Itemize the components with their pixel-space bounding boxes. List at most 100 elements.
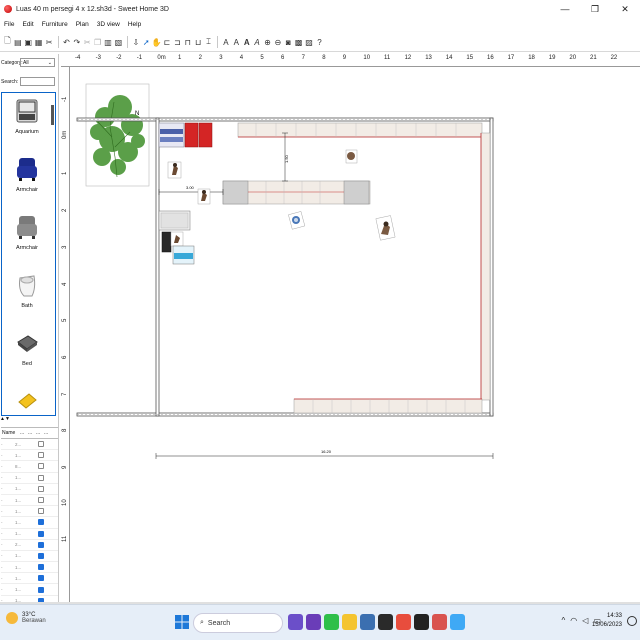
zoom-in-icon[interactable]: ⊕ xyxy=(263,37,272,48)
column-header-name[interactable]: Name xyxy=(1,430,19,436)
furniture-list-row[interactable]: - 1... xyxy=(1,450,58,462)
create-labels-icon[interactable]: ⌶ xyxy=(204,37,213,48)
catalog-item-aquarium[interactable]: Aquarium xyxy=(2,93,52,151)
cut-icon[interactable]: ✂ xyxy=(45,37,54,48)
browser-app-icon[interactable] xyxy=(450,614,465,630)
create-dimensions-icon[interactable]: ⊔ xyxy=(194,37,203,48)
catalog-item-bath[interactable]: Bath xyxy=(2,267,52,325)
furniture-list-row[interactable]: - 1... xyxy=(1,529,58,540)
create-video-icon[interactable]: ▩ xyxy=(294,37,303,48)
plan-canvas[interactable]: N 1.50 3.00 16.20 xyxy=(70,67,640,602)
open-icon[interactable]: ▤ xyxy=(13,37,22,48)
right-counter[interactable] xyxy=(480,132,491,401)
category-select[interactable]: All ⌄ xyxy=(20,58,55,67)
paste-icon[interactable]: ▥ xyxy=(104,37,113,48)
furniture-catalog[interactable]: Aquarium Armchair Armchair Bath Bed xyxy=(1,92,56,416)
catalog-item-armchair[interactable]: Armchair xyxy=(2,151,52,209)
whatsapp-app-icon[interactable] xyxy=(324,614,339,630)
sweet-home-3d-taskbar-icon[interactable] xyxy=(432,614,447,630)
store-app-icon[interactable] xyxy=(360,614,375,630)
menu-file[interactable]: File xyxy=(0,21,18,28)
furniture-list-row[interactable]: - 1... xyxy=(1,484,58,495)
pan-mode-icon[interactable]: ✋ xyxy=(152,37,162,48)
bold-text-icon[interactable]: A xyxy=(242,37,251,48)
seated-person-figure[interactable] xyxy=(375,215,396,241)
close-button[interactable]: ✕ xyxy=(610,0,640,18)
top-counter[interactable] xyxy=(237,122,483,138)
menu-edit[interactable]: Edit xyxy=(18,21,37,28)
person-figure[interactable] xyxy=(345,149,358,164)
add-furniture-icon[interactable]: ⇩ xyxy=(131,37,140,48)
increase-text-icon[interactable]: A xyxy=(232,37,241,48)
bottom-counter[interactable] xyxy=(293,398,483,414)
redo-icon[interactable]: ↷ xyxy=(72,37,81,48)
red-chairs[interactable] xyxy=(184,122,213,148)
teams-app-icon[interactable] xyxy=(288,614,303,630)
weather-widget[interactable]: 33°C Berawan xyxy=(6,612,46,624)
text-style-icon[interactable]: A xyxy=(221,37,230,48)
visible-checkbox[interactable] xyxy=(38,441,44,448)
furniture-list-row[interactable]: - 8... xyxy=(1,461,58,473)
menu-furniture[interactable]: Furniture xyxy=(38,21,72,28)
create-polylines-icon[interactable]: ⊓ xyxy=(183,37,192,48)
catalog-item-armchair-2[interactable]: Armchair xyxy=(2,209,52,267)
copy-icon[interactable]: ❐ xyxy=(93,37,102,48)
chat-app-icon[interactable] xyxy=(306,614,321,630)
visible-checkbox[interactable] xyxy=(38,530,44,537)
splitter-arrows[interactable]: ▲▼ xyxy=(0,416,58,422)
visible-checkbox[interactable] xyxy=(38,485,44,492)
aquarium[interactable] xyxy=(172,245,195,265)
menu-3d-view[interactable]: 3D view xyxy=(93,21,124,28)
save-icon[interactable]: ▣ xyxy=(24,37,33,48)
visible-checkbox[interactable] xyxy=(38,552,44,559)
catalog-search-input[interactable] xyxy=(20,77,55,86)
furniture-list-table[interactable]: Name ... ... ... ... - 2... - 1... - 8... - 1..… xyxy=(1,427,58,603)
taskbar-clock[interactable]: 14:33 15/06/2023 xyxy=(592,612,622,630)
save-as-icon[interactable]: ▦ xyxy=(34,37,43,48)
person-figure[interactable] xyxy=(170,231,184,247)
visible-checkbox[interactable] xyxy=(38,508,44,515)
file-explorer-icon[interactable] xyxy=(342,614,357,630)
italic-text-icon[interactable]: A xyxy=(253,37,262,48)
column-header[interactable]: ... xyxy=(35,430,43,436)
cut-disabled-icon[interactable]: ✂ xyxy=(83,37,92,48)
person-figure[interactable] xyxy=(167,161,182,179)
catalog-item-next[interactable] xyxy=(2,383,52,415)
delete-icon[interactable]: ▧ xyxy=(114,37,123,48)
visible-checkbox[interactable] xyxy=(38,452,44,459)
grey-cabinet[interactable] xyxy=(158,210,191,231)
visible-checkbox[interactable] xyxy=(38,541,44,548)
media-player-icon[interactable] xyxy=(414,614,429,630)
visible-checkbox[interactable] xyxy=(38,519,44,526)
notification-icon[interactable] xyxy=(627,616,637,626)
chevron-up-icon[interactable]: ^ xyxy=(562,616,566,625)
wifi-icon[interactable]: ◠ xyxy=(570,616,577,625)
black-fridge[interactable] xyxy=(161,231,172,253)
help-icon[interactable]: ? xyxy=(315,37,324,48)
dropbox-app-icon[interactable] xyxy=(378,614,393,630)
furniture-list-row[interactable]: - 1... xyxy=(1,573,58,585)
furniture-list-row[interactable]: - 2... xyxy=(1,540,58,551)
visible-checkbox[interactable] xyxy=(38,564,44,571)
center-island[interactable] xyxy=(222,180,371,205)
blue-sofa[interactable] xyxy=(158,122,185,148)
furniture-list-row[interactable]: - 2... xyxy=(1,439,58,451)
create-walls-icon[interactable]: ⊏ xyxy=(162,37,171,48)
visible-checkbox[interactable] xyxy=(38,497,44,504)
furniture-list-row[interactable]: - 1... xyxy=(1,506,58,518)
furniture-list-row[interactable]: - 1... xyxy=(1,517,58,529)
column-header[interactable]: ... xyxy=(19,430,27,436)
furniture-list-row[interactable]: - 1... xyxy=(1,562,58,574)
minimize-button[interactable]: — xyxy=(550,0,580,18)
tree-plant[interactable]: N xyxy=(85,83,150,187)
new-home-icon[interactable]: 🗋 xyxy=(3,36,12,48)
visible-checkbox[interactable] xyxy=(38,463,44,470)
chrome-app-icon[interactable] xyxy=(396,614,411,630)
zoom-out-icon[interactable]: ⊖ xyxy=(273,37,282,48)
plan-view[interactable]: -4 -3 -2 -1 0m 1 2 3 4 5 6 7 8 9 10 11 12 13 14 15 16 17 18 19 2… xyxy=(61,54,640,602)
visible-checkbox[interactable] xyxy=(38,474,44,481)
create-rooms-icon[interactable]: ⊐ xyxy=(173,37,182,48)
person-figure[interactable] xyxy=(197,188,211,205)
select-mode-icon[interactable]: ➚ xyxy=(142,37,151,48)
windows-start-icon[interactable] xyxy=(175,615,189,629)
